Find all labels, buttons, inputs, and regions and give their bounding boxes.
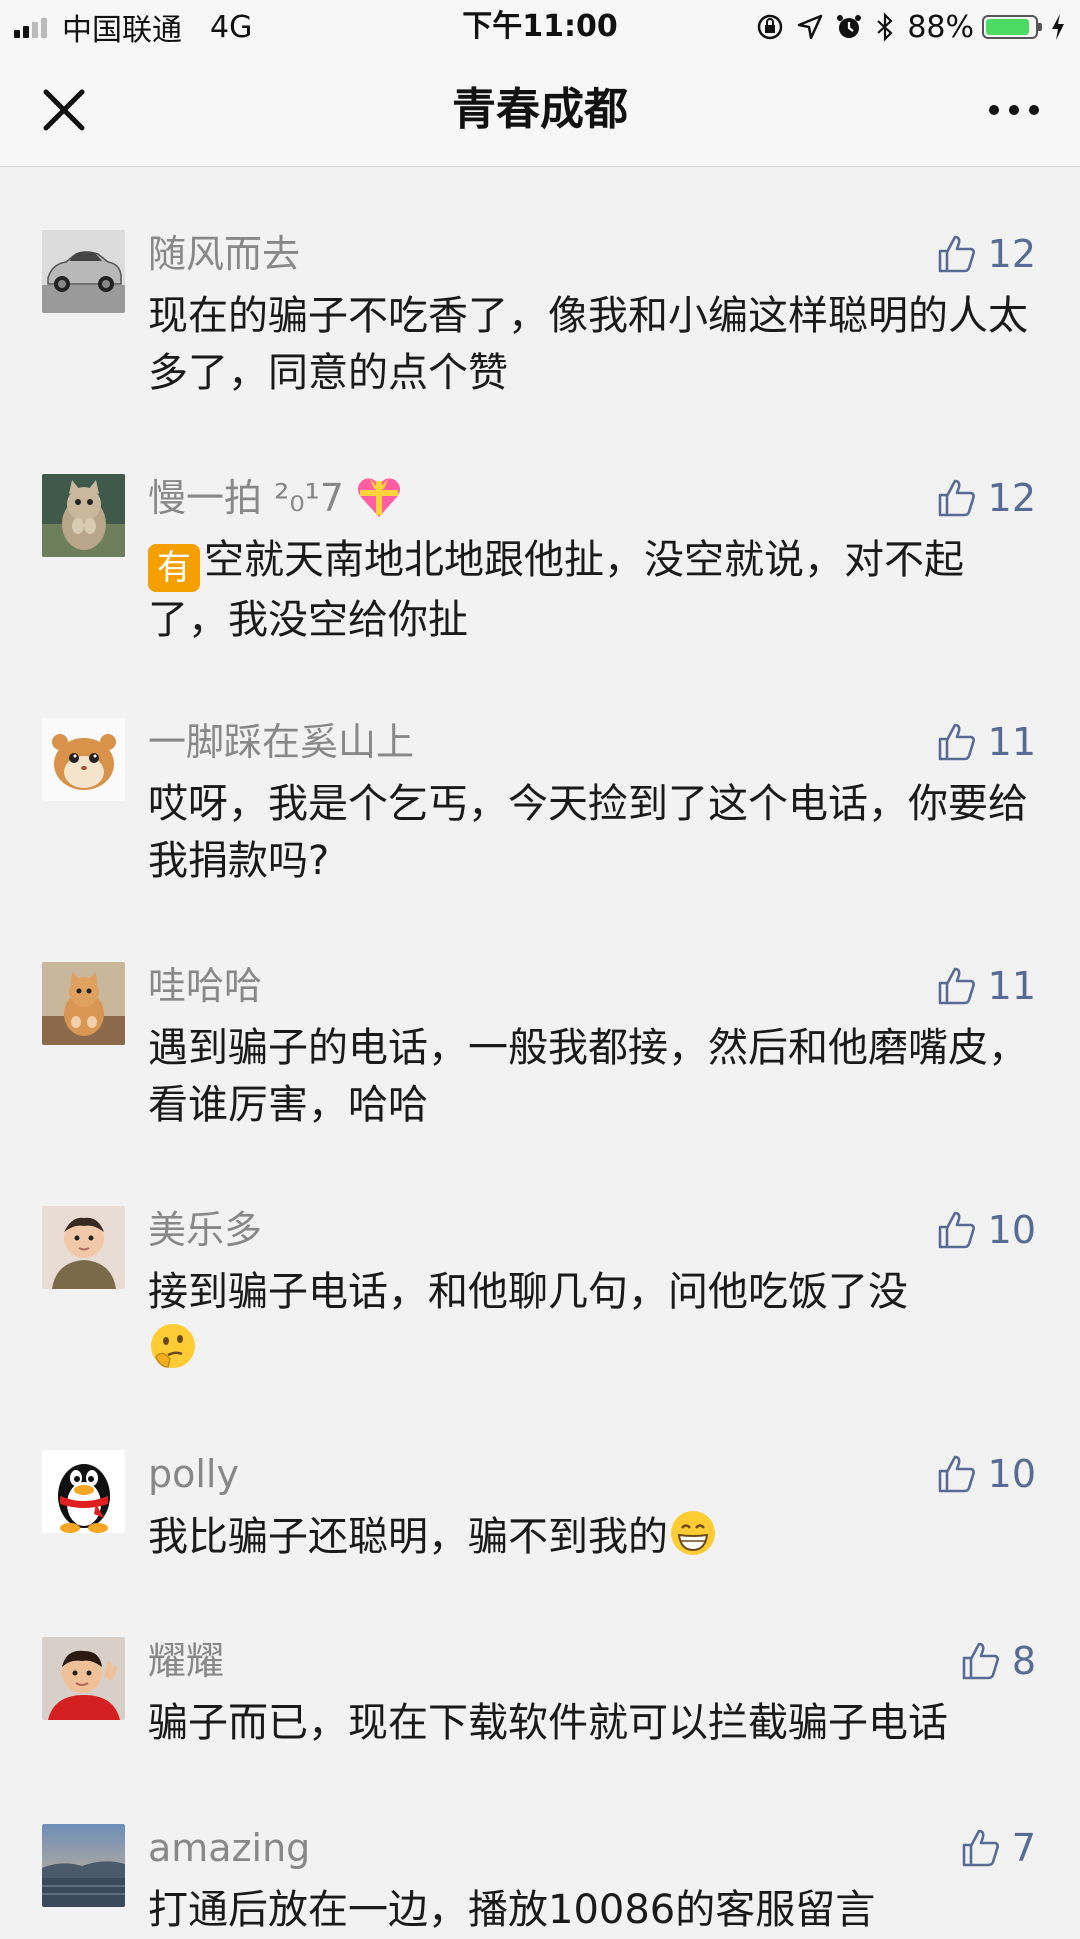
comment-text: 现在的骗子不吃香了，像我和小编这样聪明的人太多了，同意的点个赞 [148,293,1028,396]
like-count: 10 [987,1208,1036,1252]
child-avatar[interactable] [42,1637,125,1720]
comment-author[interactable]: amazing [148,1824,310,1872]
like-count: 8 [1011,1639,1036,1683]
battery-icon [982,15,1042,39]
thinking-face-emoji-icon [148,1321,198,1387]
comment-text: 哎呀，我是个乞丐，今天捡到了这个电话，你要给我捐款吗? [148,781,1028,884]
like-button[interactable]: 10 [936,1450,1036,1498]
like-count: 11 [987,964,1036,1008]
alarm-icon [835,13,863,41]
comment-author[interactable]: 一脚踩在奚山上 [148,718,414,766]
thumbs-up-icon [938,479,975,517]
like-button[interactable]: 10 [936,1206,1036,1254]
like-count: 11 [987,720,1036,764]
nav-bar: 青春成都 [0,54,1080,167]
thumbs-up-icon [962,1642,999,1680]
rotation-lock-icon [755,12,785,42]
thumbs-up-icon [962,1829,999,1867]
comment-text-body: 空就天南地北地跟他扯，没空就说，对不起了，我没空给你扯 [148,537,964,643]
penguin-avatar[interactable] [42,1450,125,1533]
comment-text: 打通后放在一边，播放10086的客服留言 [148,1887,876,1933]
like-button[interactable]: 11 [936,718,1036,766]
grinning-face-emoji-icon [668,1508,718,1574]
comment-text-body: 我比骗子还聪明，骗不到我的 [148,1514,668,1560]
hamster-avatar[interactable] [42,718,125,801]
car-avatar[interactable] [42,230,125,313]
thumbs-up-icon [938,235,975,273]
like-button[interactable]: 7 [960,1824,1036,1872]
battery-percent: 88% [907,9,974,45]
thumbs-up-icon [938,1211,975,1249]
like-button[interactable]: 11 [936,962,1036,1010]
like-button[interactable]: 12 [936,230,1036,278]
comment-author[interactable]: 耀耀 [148,1637,224,1685]
you-badge-icon: 有 [148,544,200,592]
comment-text-body: 接到骗子电话，和他聊几句，问他吃饭了没 [148,1269,908,1315]
like-count: 7 [1011,1826,1036,1870]
thumbs-up-icon [938,723,975,761]
comment-text: 骗子而已，现在下载软件就可以拦截骗子电话 [148,1700,948,1746]
comment-text: 我比骗子还聪明，骗不到我的 [148,1508,1028,1574]
thumbs-up-icon [938,1455,975,1493]
kitten-avatar[interactable] [42,474,125,557]
baby-avatar[interactable] [42,1206,125,1289]
you-badge-label: 有 [157,548,191,588]
comment-author[interactable]: polly [148,1450,239,1498]
comment-author-text: 慢一拍 ²₀¹7 [148,476,344,520]
comment-author[interactable]: 随风而去 [148,230,300,278]
comment-author[interactable]: 美乐多 [148,1206,262,1254]
page-title: 青春成都 [452,84,628,135]
landscape-avatar[interactable] [42,1824,125,1907]
cat-avatar[interactable] [42,962,125,1045]
bluetooth-icon [875,12,895,42]
charging-icon [1050,13,1066,41]
status-bar: 中国联通 4G 下午11:00 88% [0,0,1080,54]
location-icon [797,14,823,40]
like-count: 10 [987,1452,1036,1496]
comment-author[interactable]: 慢一拍 ²₀¹7 [148,474,402,522]
like-count: 12 [987,232,1036,276]
gift-heart-emoji-icon [356,475,402,530]
like-count: 12 [987,476,1036,520]
comment-text: 接到骗子电话，和他聊几句，问他吃饭了没 [148,1264,1028,1387]
comment-text: 有 空就天南地北地跟他扯，没空就说，对不起了，我没空给你扯 [148,532,1028,649]
comment-text: 遇到骗子的电话，一般我都接，然后和他磨嘴皮，看谁厉害，哈哈 [148,1025,1028,1128]
thumbs-up-icon [938,967,975,1005]
like-button[interactable]: 8 [960,1637,1036,1685]
comment-author[interactable]: 哇哈哈 [148,962,262,1010]
like-button[interactable]: 12 [936,474,1036,522]
more-options-icon[interactable] [986,98,1042,122]
